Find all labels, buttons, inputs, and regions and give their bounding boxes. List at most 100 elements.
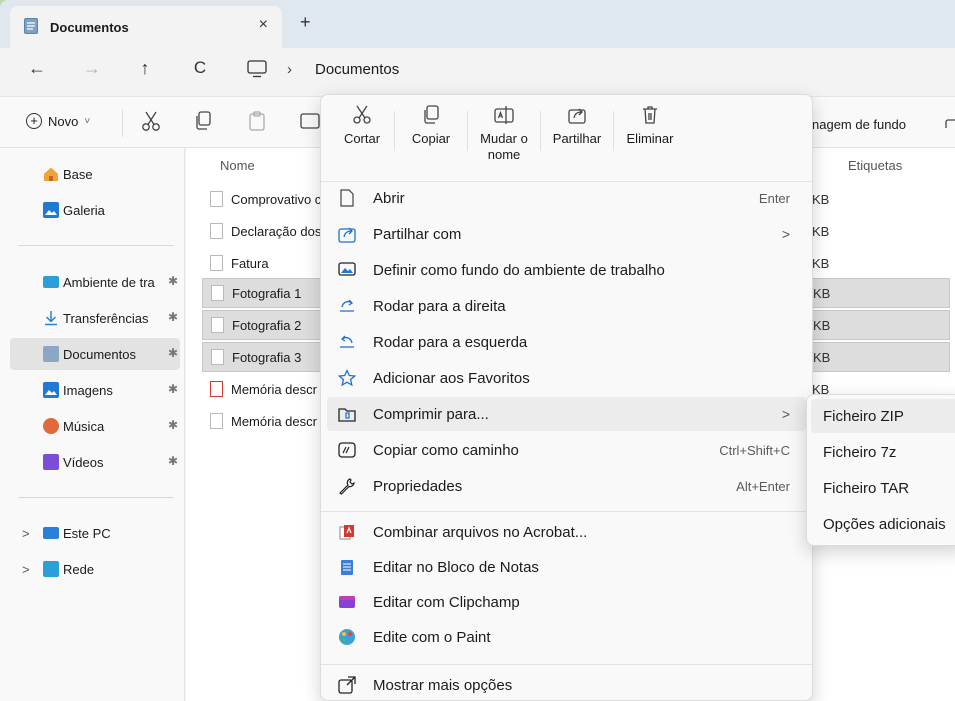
sidebar-item-downloads[interactable]: Transferências ✱ bbox=[10, 302, 180, 334]
new-tab-button[interactable]: + bbox=[300, 12, 311, 33]
sidebar-item-rede[interactable]: > Rede bbox=[10, 553, 180, 585]
menu-item-properties[interactable]: Propriedades Alt+Enter bbox=[327, 469, 806, 503]
file-name: Memória descr bbox=[231, 381, 317, 397]
file-size: KB bbox=[813, 317, 831, 333]
plus-icon: + bbox=[26, 113, 42, 129]
forward-button[interactable]: → bbox=[80, 58, 104, 79]
menu-item-show-more-options[interactable]: Mostrar mais opções bbox=[327, 668, 806, 701]
sidebar-item-imagens[interactable]: Imagens ✱ bbox=[10, 374, 180, 406]
menu-item-acrobat[interactable]: Combinar arquivos no Acrobat... bbox=[327, 515, 806, 549]
file-size: KB bbox=[813, 285, 831, 301]
file-name: Declaração dos bbox=[231, 223, 322, 239]
copy-icon[interactable] bbox=[193, 110, 213, 135]
copy-button[interactable]: Copiar bbox=[396, 105, 466, 169]
sidebar-item-label: Ambiente de tra bbox=[63, 274, 155, 290]
close-tab-icon[interactable]: × bbox=[259, 16, 268, 34]
menu-item-add-favorites[interactable]: Adicionar aos Favoritos bbox=[327, 361, 806, 395]
cut-icon[interactable] bbox=[141, 110, 161, 135]
menu-item-set-wallpaper[interactable]: Definir como fundo do ambiente de trabal… bbox=[327, 253, 806, 287]
submenu-item-zip[interactable]: Ficheiro ZIP bbox=[811, 399, 955, 433]
menu-item-share-with[interactable]: Partilhar com > bbox=[327, 217, 806, 251]
file-icon bbox=[210, 255, 223, 271]
menu-item-notepad[interactable]: Editar no Bloco de Notas bbox=[327, 550, 806, 584]
sidebar-item-este-pc[interactable]: > Este PC bbox=[10, 517, 180, 549]
chevron-right-icon[interactable]: > bbox=[22, 526, 30, 541]
menu-item-paint[interactable]: Edite com o Paint bbox=[327, 620, 806, 654]
submenu-item-tar[interactable]: Ficheiro TAR bbox=[811, 471, 955, 505]
wallpaper-icon bbox=[337, 260, 357, 280]
quick-action-divider bbox=[613, 111, 614, 151]
notepad-icon bbox=[337, 557, 357, 577]
file-name: Comprovativo c bbox=[231, 191, 322, 207]
file-name: Fotografia 1 bbox=[232, 285, 302, 301]
rename-icon[interactable] bbox=[300, 110, 320, 135]
rename-button[interactable]: Mudar o nome bbox=[469, 105, 539, 169]
monitor-icon[interactable] bbox=[247, 60, 267, 81]
new-label: Novo bbox=[48, 113, 79, 129]
menu-item-rotate-left[interactable]: Rodar para a esquerda bbox=[327, 325, 806, 359]
file-name: Fatura bbox=[231, 255, 269, 271]
menu-item-rotate-right[interactable]: Rodar para a direita bbox=[327, 289, 806, 323]
refresh-button[interactable]: C bbox=[188, 58, 212, 78]
sidebar-item-label: Base bbox=[63, 166, 93, 182]
desktop-icon bbox=[43, 276, 59, 288]
pin-icon[interactable]: ✱ bbox=[168, 310, 178, 324]
file-size: KB bbox=[813, 349, 831, 365]
pin-icon[interactable]: ✱ bbox=[168, 454, 178, 468]
sidebar-item-label: Documentos bbox=[63, 346, 136, 362]
paste-icon[interactable] bbox=[247, 110, 267, 135]
menu-item-label: Copiar como caminho bbox=[373, 441, 519, 459]
chevron-right-icon[interactable]: > bbox=[22, 562, 30, 577]
chevron-right-icon: > bbox=[781, 406, 790, 422]
menu-divider bbox=[321, 664, 812, 665]
back-button[interactable]: ← bbox=[25, 58, 49, 79]
up-button[interactable]: ↑ bbox=[133, 58, 157, 79]
sidebar-item-videos[interactable]: Vídeos ✱ bbox=[10, 446, 180, 478]
new-button[interactable]: + Novo ˅ bbox=[26, 113, 90, 129]
pc-icon bbox=[43, 527, 59, 539]
sidebar-item-label: Imagens bbox=[63, 382, 113, 398]
pin-icon[interactable]: ✱ bbox=[168, 418, 178, 432]
documents-icon bbox=[24, 17, 38, 37]
breadcrumb[interactable]: Documentos bbox=[315, 61, 399, 78]
menu-item-label: Combinar arquivos no Acrobat... bbox=[373, 523, 588, 541]
sidebar-item-desktop[interactable]: Ambiente de tra ✱ bbox=[10, 266, 180, 298]
delete-button[interactable]: Eliminar bbox=[615, 105, 685, 169]
submenu-item-7z[interactable]: Ficheiro 7z bbox=[811, 435, 955, 469]
gallery-icon bbox=[43, 202, 59, 218]
sidebar-item-musica[interactable]: Música ✱ bbox=[10, 410, 180, 442]
share-icon[interactable] bbox=[944, 110, 955, 135]
column-header-name[interactable]: Nome bbox=[220, 158, 255, 173]
breadcrumb-separator: › bbox=[287, 61, 292, 78]
menu-item-open[interactable]: Abrir Enter bbox=[327, 181, 806, 215]
pin-icon[interactable]: ✱ bbox=[168, 274, 178, 288]
set-background-button[interactable]: nagem de fundo bbox=[812, 117, 906, 132]
sidebar-item-label: Galeria bbox=[63, 202, 105, 218]
music-icon bbox=[43, 418, 59, 434]
menu-item-compress-to[interactable]: Comprimir para... > bbox=[327, 397, 806, 431]
pin-icon[interactable]: ✱ bbox=[168, 382, 178, 396]
cut-label: Cortar bbox=[343, 131, 381, 146]
menu-item-label: Mostrar mais opções bbox=[373, 676, 513, 694]
sidebar-divider bbox=[18, 245, 174, 246]
share-button[interactable]: Partilhar bbox=[542, 105, 612, 169]
pin-icon[interactable]: ✱ bbox=[168, 346, 178, 360]
column-header-tags[interactable]: Etiquetas bbox=[848, 158, 902, 173]
shortcut-text: Alt+Enter bbox=[736, 478, 790, 494]
sidebar-item-base[interactable]: Base bbox=[10, 158, 180, 190]
sidebar-item-label: Transferências bbox=[63, 310, 149, 326]
submenu-item-additional-options[interactable]: Opções adicionais bbox=[811, 507, 955, 541]
share-icon bbox=[337, 224, 357, 244]
menu-item-clipchamp[interactable]: Editar com Clipchamp bbox=[327, 585, 806, 619]
sidebar-item-galeria[interactable]: Galeria bbox=[10, 194, 180, 226]
menu-item-copy-as-path[interactable]: Copiar como caminho Ctrl+Shift+C bbox=[327, 433, 806, 467]
menu-item-label: Abrir bbox=[373, 189, 405, 207]
sidebar-item-documentos[interactable]: Documentos ✱ bbox=[10, 338, 180, 370]
tab-documentos[interactable]: Documentos × bbox=[10, 6, 282, 48]
chevron-down-icon: ˅ bbox=[84, 115, 91, 127]
cut-button[interactable]: Cortar bbox=[327, 105, 397, 169]
menu-item-label: Definir como fundo do ambiente de trabal… bbox=[373, 261, 665, 279]
paint-icon bbox=[337, 627, 357, 647]
file-name: Fotografia 2 bbox=[232, 317, 302, 333]
menu-divider bbox=[321, 511, 812, 512]
